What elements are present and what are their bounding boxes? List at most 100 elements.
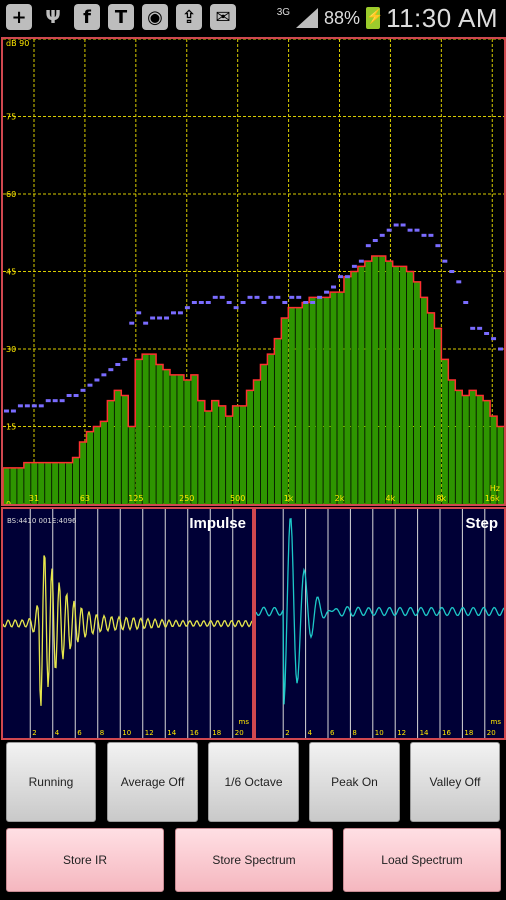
peak-marker bbox=[240, 301, 246, 304]
spectrum-bar bbox=[205, 411, 212, 504]
peak-marker bbox=[310, 301, 316, 304]
spectrum-bar bbox=[483, 400, 490, 504]
peak-marker bbox=[421, 233, 427, 237]
peak-button[interactable]: Peak On bbox=[309, 742, 400, 822]
peak-marker bbox=[177, 311, 183, 315]
impulse-tick-label: 20 bbox=[235, 729, 244, 737]
peak-marker bbox=[247, 295, 253, 299]
y-tick-label: 75 bbox=[6, 113, 16, 122]
peak-marker bbox=[66, 394, 72, 397]
spectrum-bar bbox=[59, 462, 66, 504]
peak-marker bbox=[358, 259, 364, 263]
signal-icon bbox=[296, 8, 319, 28]
peak-marker bbox=[164, 316, 169, 320]
peak-marker bbox=[115, 363, 121, 366]
spectrum-bar bbox=[420, 297, 428, 504]
spectrum-bar bbox=[427, 312, 435, 504]
peak-marker bbox=[379, 233, 385, 237]
impulse-tick-label: 4 bbox=[55, 729, 60, 737]
octave-button[interactable]: 1/6 Octave bbox=[208, 742, 299, 822]
x-tick-label: 4k bbox=[386, 494, 396, 503]
peak-marker bbox=[365, 244, 371, 248]
spectrum-bar bbox=[45, 462, 52, 504]
peak-marker bbox=[4, 409, 9, 413]
spectrum-bar bbox=[302, 302, 309, 504]
battery-percent: 88% bbox=[324, 7, 361, 28]
load-spectrum-button[interactable]: Load Spectrum bbox=[343, 828, 501, 892]
impulse-tick-label: 14 bbox=[167, 729, 176, 737]
spectrum-bar bbox=[184, 380, 191, 504]
x-tick-label: 63 bbox=[80, 494, 90, 503]
impulse-title: Impulse bbox=[189, 515, 246, 532]
spectrum-bar bbox=[379, 256, 386, 504]
peak-marker bbox=[449, 270, 455, 273]
step-title: Step bbox=[465, 515, 498, 532]
peak-marker bbox=[344, 275, 350, 279]
spectrum-bar bbox=[462, 395, 469, 504]
spectrum-bar bbox=[3, 467, 10, 504]
peak-marker bbox=[94, 378, 100, 382]
impulse-tick-label: 8 bbox=[100, 729, 104, 737]
spectrum-bar bbox=[316, 297, 323, 504]
spectrum-bar bbox=[476, 395, 483, 504]
peak-marker bbox=[212, 295, 218, 299]
peak-marker bbox=[143, 321, 149, 325]
spectrum-panel[interactable]: dB 90 75 60 45 30 15 0 31 63 125 250 500 1k 2k 4k 8k 16k… bbox=[1, 37, 506, 506]
x-tick-label: 31 bbox=[29, 494, 39, 503]
peak-marker bbox=[351, 264, 357, 268]
peak-marker bbox=[484, 332, 490, 335]
step-chart: 2 4 6 8 10 12 14 16 18 20 ms bbox=[256, 509, 504, 738]
step-panel[interactable]: 2 4 6 8 10 12 14 16 18 20 ms Step bbox=[254, 507, 506, 740]
spectrum-bar bbox=[448, 380, 455, 504]
battery-charging-icon bbox=[366, 7, 384, 29]
peak-marker bbox=[136, 311, 142, 315]
store-ir-button[interactable]: Store IR bbox=[6, 828, 164, 892]
peak-marker bbox=[24, 404, 30, 408]
y-tick-label: 60 bbox=[6, 190, 16, 199]
email-icon: ✉ bbox=[210, 4, 236, 30]
peak-marker bbox=[296, 295, 302, 299]
spectrum-bar bbox=[393, 266, 400, 504]
spectrum-bar bbox=[10, 467, 17, 504]
spectrum-bar bbox=[93, 426, 101, 504]
peak-marker bbox=[73, 394, 79, 397]
peak-marker bbox=[491, 337, 497, 341]
y-tick-label: dB 90 bbox=[6, 39, 29, 48]
average-button[interactable]: Average Off bbox=[107, 742, 198, 822]
x-tick-label: 125 bbox=[128, 494, 143, 503]
spectrum-bar bbox=[406, 271, 414, 504]
network-type: 3G bbox=[276, 6, 291, 18]
peak-marker bbox=[400, 223, 406, 227]
peak-marker bbox=[17, 404, 23, 408]
x-unit-label: Hz bbox=[490, 484, 500, 493]
peak-marker bbox=[219, 295, 225, 299]
spectrum-bar bbox=[191, 374, 198, 504]
spectrum-bar bbox=[142, 354, 149, 504]
cloud-upload-icon: ⇪ bbox=[176, 4, 202, 30]
peak-marker bbox=[282, 301, 288, 304]
running-button[interactable]: Running bbox=[6, 742, 96, 822]
y-tick-label: 30 bbox=[6, 345, 16, 354]
peak-marker bbox=[191, 301, 197, 304]
spectrum-bar bbox=[233, 405, 240, 504]
impulse-panel[interactable]: 2 4 6 8 10 12 14 16 18 20 ms BS:4410 001E:4096 Imp… bbox=[1, 507, 254, 740]
spectrum-bar bbox=[455, 390, 462, 504]
valley-button[interactable]: Valley Off bbox=[410, 742, 500, 822]
impulse-chart: 2 4 6 8 10 12 14 16 18 20 ms bbox=[3, 509, 252, 738]
spectrum-bar bbox=[66, 462, 73, 504]
facebook-icon: f bbox=[74, 4, 100, 30]
spectrum-bar bbox=[330, 292, 337, 504]
store-spectrum-button[interactable]: Store Spectrum bbox=[175, 828, 333, 892]
spectrum-bar bbox=[121, 395, 128, 504]
storage-buttons-row: Store IR Store Spectrum Load Spectrum bbox=[0, 828, 506, 898]
peak-marker bbox=[428, 233, 434, 237]
spectrum-bar bbox=[114, 390, 121, 504]
spectrum-bar bbox=[226, 416, 233, 504]
text-icon: T bbox=[108, 4, 134, 30]
notification-icons: + Ψ f T ◉ ⇪ ✉ bbox=[6, 4, 236, 30]
spectrum-bar bbox=[274, 338, 281, 504]
peak-marker bbox=[456, 280, 462, 284]
control-buttons-row: Running Average Off 1/6 Octave Peak On V… bbox=[0, 742, 506, 824]
spectrum-bar bbox=[323, 297, 330, 504]
peak-marker bbox=[442, 259, 448, 263]
